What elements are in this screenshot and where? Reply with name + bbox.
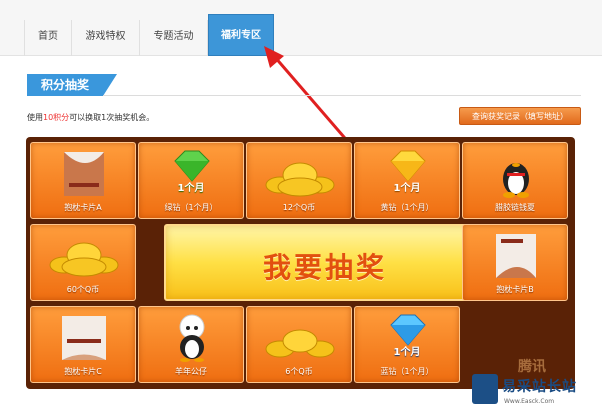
lottery-board: 抱枕卡片A 1个月 绿钻（1个月） 12个Q币 1个月 黄钻（1个月） 腊胶链钱… bbox=[26, 137, 575, 389]
hint-points: 10积分 bbox=[43, 113, 70, 122]
hint-suffix: 可以换取1次抽奖机会。 bbox=[69, 113, 155, 122]
tab-special-events[interactable]: 专题活动 bbox=[140, 20, 208, 56]
prize-label: 绿钻（1个月） bbox=[164, 203, 218, 212]
pillow-card-icon bbox=[62, 316, 106, 360]
prize-label: 黄钻（1个月） bbox=[380, 203, 434, 212]
prize-label: 羊年公仔 bbox=[175, 367, 207, 376]
qq-penguin-icon bbox=[503, 163, 529, 198]
tab-game-privileges[interactable]: 游戏特权 bbox=[72, 20, 140, 56]
lottery-hint: 使用10积分可以换取1次抽奖机会。 bbox=[27, 112, 154, 123]
prize-label: 60个Q币 bbox=[66, 285, 100, 294]
prize-cell-pillow-c[interactable]: 抱枕卡片C bbox=[30, 306, 136, 383]
prize-label: 6个Q币 bbox=[285, 367, 313, 376]
prize-cell-blue-diamond[interactable]: 1个月 蓝钻（1个月） bbox=[354, 306, 460, 383]
prize-cell-6-qcoin[interactable]: 6个Q币 bbox=[246, 306, 352, 383]
pillow-card-icon bbox=[64, 152, 104, 196]
prize-cell-60-qcoin[interactable]: 60个Q币 bbox=[30, 224, 136, 301]
draw-button-label: 我要抽奖 bbox=[262, 251, 387, 284]
query-records-button[interactable]: 查询获奖记录（填写地址） bbox=[459, 107, 581, 125]
sheep-doll-icon bbox=[179, 314, 205, 362]
site-watermark: 腾讯 易采站长站 Www.Easck.Com bbox=[470, 356, 602, 412]
prize-label: 蓝钻（1个月） bbox=[380, 367, 434, 376]
diamond-badge: 1个月 bbox=[177, 183, 205, 194]
q-coin-icon bbox=[265, 162, 335, 197]
prize-label: 抱枕卡片B bbox=[496, 285, 534, 294]
pillow-card-icon bbox=[496, 234, 536, 278]
prize-label: 腊胶链钱夏 bbox=[495, 203, 535, 212]
diamond-badge: 1个月 bbox=[393, 347, 421, 358]
prize-cell-yellow-diamond[interactable]: 1个月 黄钻（1个月） bbox=[354, 142, 460, 219]
section-divider bbox=[103, 95, 581, 96]
watermark-url: Www.Easck.Com bbox=[504, 398, 555, 405]
prize-label: 抱枕卡片C bbox=[64, 367, 102, 376]
diamond-badge: 1个月 bbox=[393, 183, 421, 194]
prize-cell-pillow-b[interactable]: 抱枕卡片B bbox=[462, 224, 568, 301]
prize-cell-penguin-lanyard[interactable]: 腊胶链钱夏 bbox=[462, 142, 568, 219]
q-coin-icon bbox=[265, 329, 335, 358]
hint-prefix: 使用 bbox=[27, 113, 43, 122]
draw-button[interactable]: 我要抽奖 bbox=[164, 224, 486, 301]
prize-label: 12个Q币 bbox=[282, 203, 316, 212]
prize-cell-pillow-a[interactable]: 抱枕卡片A bbox=[30, 142, 136, 219]
watermark-brand: 易采站长站 bbox=[502, 379, 577, 395]
watermark-logo-icon bbox=[472, 374, 498, 404]
section-title: 积分抽奖 bbox=[27, 74, 117, 96]
prize-label: 抱枕卡片A bbox=[64, 203, 102, 212]
q-coin-icon bbox=[49, 242, 119, 277]
prize-cell-12-qcoin[interactable]: 12个Q币 bbox=[246, 142, 352, 219]
watermark-tencent-text: 腾讯 bbox=[518, 359, 546, 375]
tab-home[interactable]: 首页 bbox=[24, 20, 72, 56]
prize-cell-sheep-doll[interactable]: 羊年公仔 bbox=[138, 306, 244, 383]
prize-cell-green-diamond[interactable]: 1个月 绿钻（1个月） bbox=[138, 142, 244, 219]
